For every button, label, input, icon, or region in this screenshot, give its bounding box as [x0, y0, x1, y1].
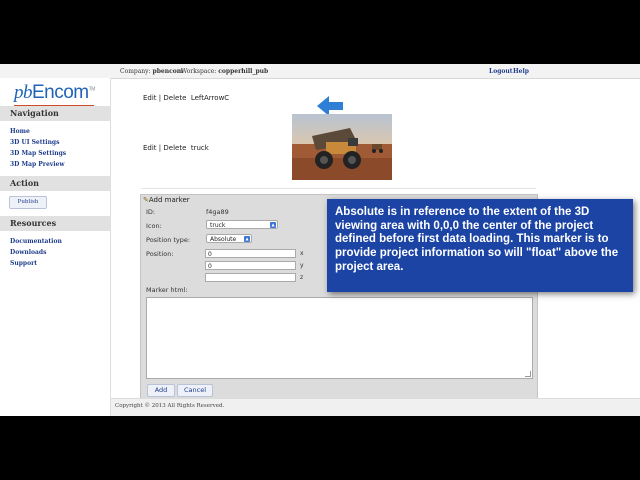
icon-select[interactable]: truck ▲ [206, 220, 278, 229]
logo-encom: Encom [32, 82, 89, 103]
position-type-label: Position type: [146, 236, 191, 244]
resource-support[interactable]: Support [10, 260, 37, 267]
marker-row-truck: Edit | Delete truck [143, 144, 209, 152]
icon-select-value: truck [210, 222, 226, 229]
app-screen: Company: pbencom Workspace: copperhill_p… [0, 64, 640, 416]
dialog-title-text: Add marker [148, 196, 190, 204]
marker-html-label: Marker html: [146, 286, 188, 294]
dialog-title: ✎Add marker [143, 196, 190, 204]
nav-item-3d-ui-settings[interactable]: 3D UI Settings [10, 139, 60, 146]
copyright-text: Copyright © 2013 All Rights Reserved. [115, 403, 225, 409]
position-y-input[interactable]: 0 [205, 261, 296, 270]
delete-link[interactable]: Delete [163, 94, 186, 102]
footer: Copyright © 2013 All Rights Reserved. [111, 398, 640, 416]
logout-link[interactable]: Logout [489, 68, 513, 75]
marker-html-textarea[interactable] [146, 297, 533, 379]
position-x-input[interactable]: 0 [205, 249, 296, 258]
navigation-title: Navigation [10, 108, 59, 118]
add-button[interactable]: Add [147, 384, 175, 397]
action-header: Action [0, 176, 110, 191]
company-value: pbencom [152, 68, 184, 75]
icon-label: Icon: [146, 222, 162, 230]
workspace-label: Workspace: [181, 68, 217, 75]
logo-tm: TM [88, 86, 96, 93]
select-arrow-icon: ▲ [244, 236, 250, 242]
select-arrow-icon: ▲ [270, 222, 276, 228]
position-type-value: Absolute [210, 236, 237, 243]
logo-pb: pb [14, 82, 33, 103]
marker-name: truck [190, 144, 209, 152]
annotation-callout: Absolute is in reference to the extent o… [327, 199, 633, 292]
sidebar: pbEncomTM Navigation Home 3D UI Settings… [0, 78, 111, 416]
action-title: Action [10, 178, 39, 188]
marker-name: LeftArrowC [190, 94, 230, 102]
axis-z-label: z [300, 274, 304, 281]
marker-row-leftarrow: Edit | Delete LeftArrowC [143, 94, 229, 102]
separator: | [158, 144, 162, 152]
nav-item-home[interactable]: Home [10, 128, 30, 135]
navigation-header: Navigation [0, 106, 110, 121]
resource-documentation[interactable]: Documentation [10, 238, 62, 245]
divider [141, 188, 536, 189]
id-label: ID: [146, 208, 156, 216]
separator: | [158, 94, 162, 102]
publish-button[interactable]: Publish [9, 196, 47, 209]
resources-title: Resources [10, 218, 57, 228]
position-z-input[interactable] [205, 273, 296, 282]
company-label: Company: [120, 68, 151, 75]
workspace-value: copperhill_pub [218, 68, 269, 75]
mining-truck-image [292, 114, 392, 180]
pbencom-logo[interactable]: pbEncomTM [14, 82, 95, 104]
edit-link[interactable]: Edit [143, 94, 157, 102]
axis-x-label: x [300, 250, 304, 257]
help-link[interactable]: Help [513, 68, 529, 75]
nav-item-3d-map-preview[interactable]: 3D Map Preview [10, 161, 65, 168]
company-info: Company: pbencom [120, 68, 183, 75]
position-label: Position: [146, 250, 174, 258]
position-type-select[interactable]: Absolute ▲ [206, 234, 252, 243]
workspace-info: Workspace: copperhill_pub [181, 68, 268, 75]
nav-item-3d-map-settings[interactable]: 3D Map Settings [10, 150, 66, 157]
callout-text: Absolute is in reference to the extent o… [335, 206, 619, 273]
axis-y-label: y [300, 262, 304, 269]
top-bar: Company: pbencom Workspace: copperhill_p… [0, 64, 640, 79]
delete-link[interactable]: Delete [163, 144, 186, 152]
resource-downloads[interactable]: Downloads [10, 249, 46, 256]
left-arrow-icon [317, 96, 343, 116]
cancel-button[interactable]: Cancel [177, 384, 213, 397]
edit-link[interactable]: Edit [143, 144, 157, 152]
resize-handle-icon[interactable] [525, 371, 531, 377]
resources-header: Resources [0, 216, 110, 231]
id-value: f4ga89 [206, 208, 229, 216]
